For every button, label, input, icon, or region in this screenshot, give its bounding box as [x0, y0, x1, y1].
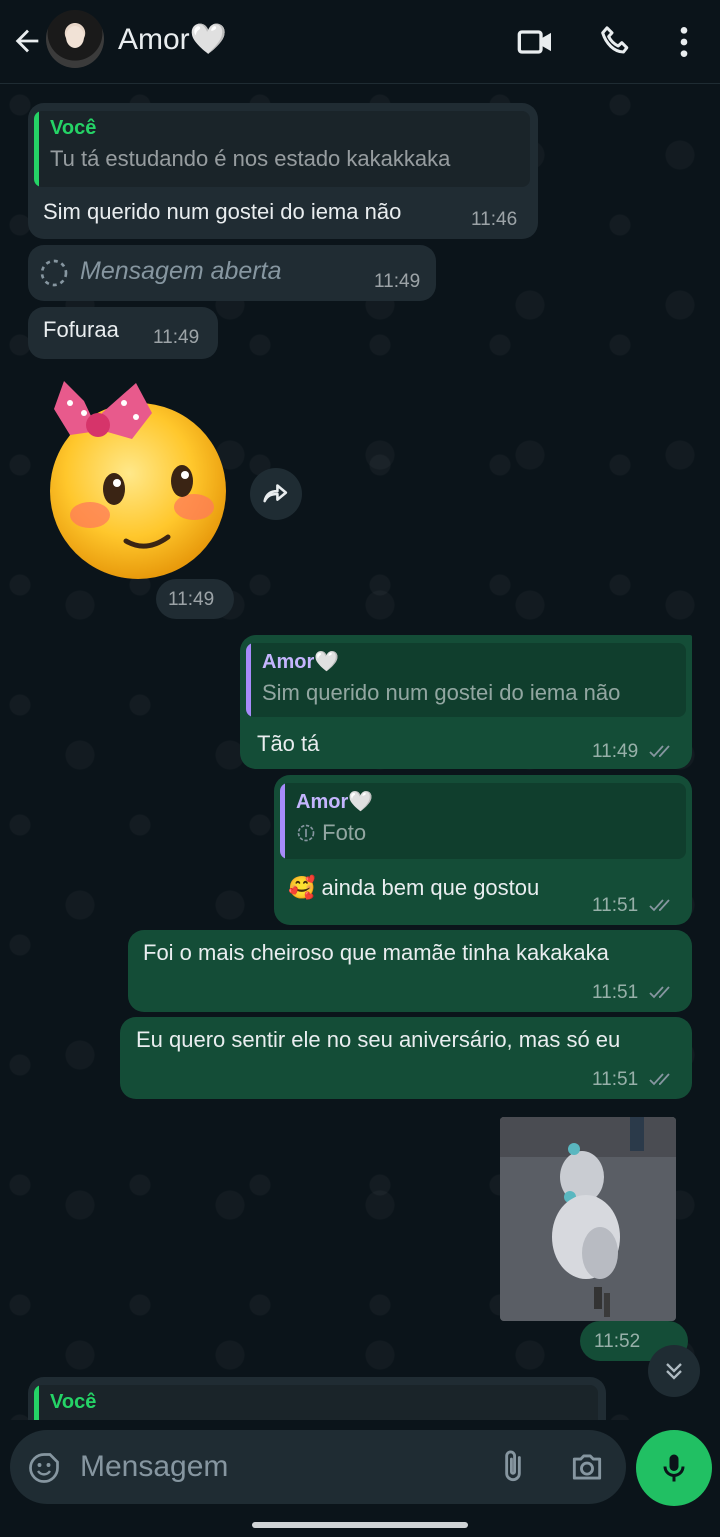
- message-time: 11:51: [592, 982, 639, 1003]
- view-once-label: Mensagem aberta: [80, 257, 282, 285]
- message-time: 11:49: [374, 271, 421, 292]
- contact-name[interactable]: Amor🤍: [118, 22, 227, 57]
- message-list[interactable]: Você Tu tá estudando é nos estado kakakk…: [0, 85, 720, 1420]
- quote-line: Foto: [296, 820, 674, 846]
- message-text: Tão tá: [257, 731, 320, 756]
- message-time: 11:49: [592, 741, 639, 762]
- quote-text: Tu tá estudando é nos estado kakakkaka: [50, 146, 451, 171]
- message-text: Sim querido num gostei do iema não: [43, 199, 402, 224]
- voice-call-icon[interactable]: [596, 22, 636, 62]
- message-text-line: 🥰 ainda bem que gostou: [288, 875, 539, 901]
- double-chevron-down-icon: [666, 1363, 682, 1380]
- voice-message-button[interactable]: [636, 1430, 712, 1506]
- message-meta: 11:51: [592, 895, 675, 917]
- message-meta: 11:52: [594, 1331, 640, 1353]
- message-text: ainda bem que gostou: [321, 875, 540, 900]
- forward-button[interactable]: [250, 468, 302, 520]
- home-gesture-handle[interactable]: [252, 1522, 468, 1528]
- message-composer[interactable]: Mensagem: [10, 1430, 626, 1504]
- message-meta: 11:51: [592, 982, 675, 1004]
- outgoing-message[interactable]: Foi o mais cheiroso que mamãe tinha kaka…: [128, 930, 692, 1012]
- sticker-time-pill: 11:49: [156, 579, 234, 619]
- quote-author: Você: [50, 117, 97, 139]
- smiling-hearts-emoji: 🥰: [288, 875, 316, 900]
- chat-header: Amor🤍: [0, 0, 720, 84]
- message-meta: 11:51: [592, 1069, 675, 1091]
- incoming-message[interactable]: Fofuraa 11:49: [28, 307, 218, 359]
- view-once-icon: [297, 824, 315, 842]
- quote-author: Você: [50, 1391, 97, 1413]
- message-time: 11:46: [471, 209, 518, 230]
- more-options-icon[interactable]: [664, 22, 704, 62]
- message-text: Fofuraa: [43, 317, 119, 342]
- outgoing-message[interactable]: Amor🤍 Foto 🥰 ainda bem que gostou 11:51: [274, 775, 692, 925]
- outgoing-message[interactable]: Amor🤍 Sim querido num gostei do iema não…: [240, 635, 692, 769]
- view-once-icon: [40, 259, 68, 287]
- video-call-icon[interactable]: [516, 22, 556, 62]
- camera-icon[interactable]: [568, 1448, 606, 1486]
- quoted-message[interactable]: Amor🤍 Foto: [280, 783, 686, 859]
- message-time: 11:51: [592, 895, 639, 916]
- read-ticks-icon: [649, 899, 671, 912]
- incoming-message[interactable]: Você Tu tá estudando é nos estado kakakk…: [28, 103, 538, 239]
- back-arrow-icon[interactable]: [10, 24, 44, 58]
- quote-text: Foto: [322, 820, 367, 845]
- attachment-icon[interactable]: [494, 1448, 532, 1486]
- message-time: 11:49: [168, 589, 215, 610]
- microphone-icon: [663, 1454, 685, 1482]
- read-ticks-icon: [649, 745, 671, 758]
- message-text: Eu quero sentir ele no seu aniversário, …: [136, 1027, 621, 1052]
- message-input[interactable]: Mensagem: [80, 1450, 228, 1484]
- read-ticks-icon: [649, 1073, 671, 1086]
- sent-photo[interactable]: [500, 1117, 676, 1321]
- quote-text: Sim querido num gostei do iema não: [262, 680, 621, 705]
- quote-author: Amor🤍: [296, 791, 374, 813]
- message-meta: 11:49: [592, 741, 675, 763]
- blushing-emoji-sticker[interactable]: [40, 373, 236, 579]
- incoming-message[interactable]: Você: [28, 1377, 606, 1420]
- message-time: 11:49: [153, 327, 200, 348]
- forward-icon: [263, 484, 288, 503]
- quoted-message[interactable]: Você: [34, 1385, 598, 1420]
- contact-avatar[interactable]: [46, 10, 104, 68]
- message-time: 11:51: [592, 1069, 639, 1090]
- message-time: 11:52: [594, 1331, 641, 1352]
- sticker-emoji-icon[interactable]: [26, 1450, 62, 1486]
- incoming-message[interactable]: Mensagem aberta 11:49: [28, 245, 436, 301]
- scroll-to-bottom-button[interactable]: [648, 1345, 700, 1397]
- photo-content-image: [500, 1117, 676, 1321]
- read-ticks-icon: [649, 986, 671, 999]
- message-text: Foi o mais cheiroso que mamãe tinha kaka…: [143, 940, 609, 965]
- quoted-message[interactable]: Você Tu tá estudando é nos estado kakakk…: [34, 111, 530, 187]
- outgoing-message[interactable]: Eu quero sentir ele no seu aniversário, …: [120, 1017, 692, 1099]
- quoted-message[interactable]: Amor🤍 Sim querido num gostei do iema não: [246, 643, 686, 717]
- quote-author: Amor🤍: [262, 651, 340, 673]
